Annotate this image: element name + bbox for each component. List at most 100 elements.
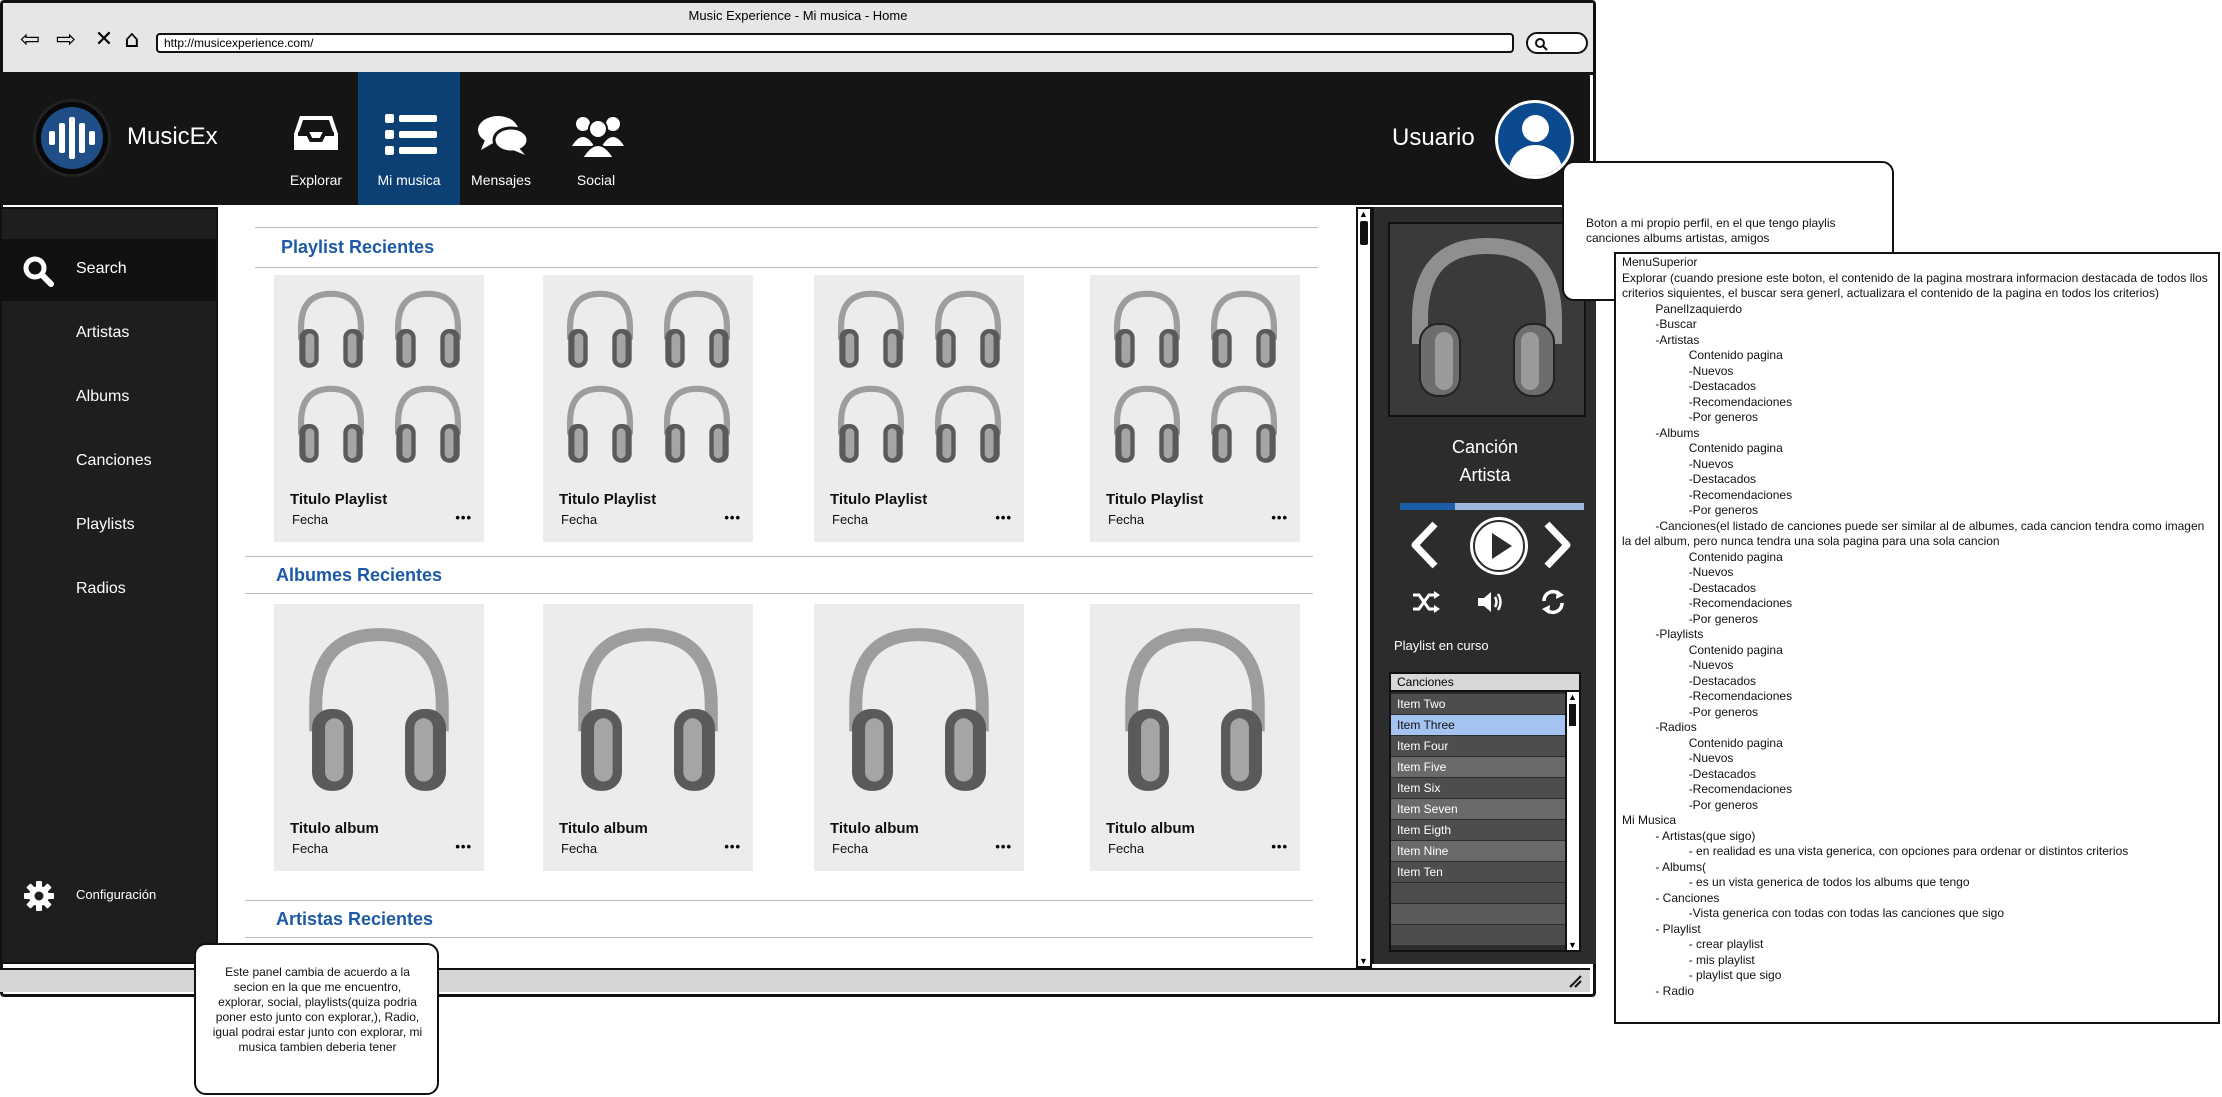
people-icon <box>572 117 624 158</box>
more-options-icon[interactable]: ••• <box>455 510 472 525</box>
headphones-icon <box>567 290 633 368</box>
playlist-card[interactable]: Titulo Playlist Fecha ••• <box>543 275 753 542</box>
logo-icon[interactable] <box>33 99 111 177</box>
sidebar-item-artistas[interactable]: Artistas <box>76 324 129 342</box>
note-line: -Nuevos <box>1622 363 1734 378</box>
headphones-icon <box>838 290 904 368</box>
progress-bar[interactable] <box>1400 503 1584 510</box>
headphones-icon <box>567 385 633 463</box>
play-button[interactable] <box>1470 517 1528 575</box>
card-title[interactable]: Titulo Playlist <box>290 491 387 508</box>
scroll-up-icon[interactable]: ▲ <box>1359 209 1368 219</box>
more-options-icon[interactable]: ••• <box>995 510 1012 525</box>
scroll-up-icon[interactable]: ▲ <box>1568 692 1577 702</box>
playlist-item[interactable]: Item Six <box>1391 778 1567 798</box>
progress-fill <box>1400 503 1456 510</box>
note-line: - es un vista generica de todos los albu… <box>1622 875 1970 889</box>
main-scrollbar[interactable]: ▲ ▼ <box>1356 207 1372 968</box>
card-title[interactable]: Titulo Playlist <box>830 491 927 508</box>
section-title: Playlist Recientes <box>281 237 435 257</box>
more-options-icon[interactable]: ••• <box>1271 839 1288 854</box>
shuffle-icon[interactable] <box>1412 591 1440 613</box>
home-icon[interactable]: ⌂ <box>117 25 147 53</box>
next-icon[interactable] <box>1541 520 1575 570</box>
resize-grip-icon[interactable] <box>1568 974 1582 988</box>
card-title[interactable]: Titulo album <box>290 820 379 837</box>
stop-icon[interactable]: ✕ <box>89 25 119 53</box>
scroll-thumb[interactable] <box>1569 704 1576 726</box>
playlist-item[interactable]: Item Eigth <box>1391 820 1567 840</box>
note-line: Contenido pagina <box>1622 549 1783 564</box>
playlist-empty-row <box>1391 925 1567 945</box>
note-line: -Por generos <box>1622 611 1759 626</box>
more-options-icon[interactable]: ••• <box>724 839 741 854</box>
back-icon[interactable]: ⇦ <box>15 25 45 53</box>
playlist-item[interactable]: Item Ten <box>1391 862 1567 882</box>
more-options-icon[interactable]: ••• <box>455 839 472 854</box>
list-header[interactable]: Canciones <box>1391 674 1579 692</box>
album-card[interactable]: Titulo album Fecha ••• <box>274 604 484 871</box>
section-title: Albumes Recientes <box>276 565 443 585</box>
sidebar-item-albums[interactable]: Albums <box>76 388 129 406</box>
headphones-icon <box>578 628 718 791</box>
note-line: PanelIzaquierdo <box>1622 301 1743 316</box>
nav-explorar[interactable]: Explorar <box>265 72 367 205</box>
forward-icon[interactable]: ⇨ <box>51 25 81 53</box>
note-line: - Radio <box>1622 983 1695 998</box>
headphones-icon <box>935 290 1001 368</box>
playlist-card[interactable]: Titulo Playlist Fecha ••• <box>814 275 1024 542</box>
playlist-card[interactable]: Titulo Playlist Fecha ••• <box>274 275 484 542</box>
note-line: -Destacados <box>1622 766 1757 781</box>
note-line: -Por generos <box>1622 410 1759 424</box>
card-title[interactable]: Titulo album <box>830 820 919 837</box>
playlist-list: Canciones Item Two Item Three Item Four Ite… <box>1389 672 1581 952</box>
card-title[interactable]: Titulo album <box>1106 820 1195 837</box>
playlist-item[interactable]: Item Two <box>1391 694 1567 714</box>
scroll-down-icon[interactable]: ▼ <box>1359 956 1368 966</box>
more-options-icon[interactable]: ••• <box>724 510 741 525</box>
chat-icon <box>478 116 529 155</box>
config-link[interactable]: Configuración <box>76 887 156 902</box>
headphones-icon <box>298 385 364 463</box>
address-bar[interactable]: http://musicexperience.com/ <box>156 33 1514 53</box>
scroll-down-icon[interactable]: ▼ <box>1568 940 1577 950</box>
nav-mensajes[interactable]: Mensajes <box>450 72 552 205</box>
playlist-scrollbar[interactable]: ▲ ▼ <box>1565 692 1579 950</box>
more-options-icon[interactable]: ••• <box>995 839 1012 854</box>
playlist-card[interactable]: Titulo Playlist Fecha ••• <box>1090 275 1300 542</box>
card-title[interactable]: Titulo Playlist <box>559 491 656 508</box>
note-line: -Nuevos <box>1622 658 1734 672</box>
sidebar-item-canciones[interactable]: Canciones <box>76 452 152 470</box>
nav-mi-musica[interactable]: Mi musica <box>358 72 460 205</box>
note-line: - Playlist <box>1622 921 1701 936</box>
playlist-item[interactable]: Item Five <box>1391 757 1567 777</box>
card-title[interactable]: Titulo album <box>559 820 648 837</box>
browser-search-field[interactable] <box>1526 32 1588 54</box>
album-card[interactable]: Titulo album Fecha ••• <box>1090 604 1300 871</box>
album-card[interactable]: Titulo album Fecha ••• <box>814 604 1024 871</box>
previous-icon[interactable] <box>1407 520 1441 570</box>
more-options-icon[interactable]: ••• <box>1271 510 1288 525</box>
repeat-icon[interactable] <box>1540 589 1566 615</box>
sidebar-item-search[interactable]: Search <box>76 260 127 278</box>
playlist-item[interactable]: Item Seven <box>1391 799 1567 819</box>
playlist-item[interactable]: Item Three <box>1391 715 1567 735</box>
gear-icon[interactable] <box>24 881 54 911</box>
scroll-thumb[interactable] <box>1360 221 1368 245</box>
note-line: - mis playlist <box>1622 952 1755 967</box>
user-label[interactable]: Usuario <box>1392 124 1475 152</box>
card-title[interactable]: Titulo Playlist <box>1106 491 1203 508</box>
playlist-item[interactable]: Item Four <box>1391 736 1567 756</box>
playlist-item[interactable]: Item Nine <box>1391 841 1567 861</box>
nav-social[interactable]: Social <box>545 72 647 205</box>
sidebar-item-radios[interactable]: Radios <box>76 580 126 598</box>
note-line: MenuSuperior <box>1622 255 1698 269</box>
note-line: -Recomendaciones <box>1622 689 1793 703</box>
headphones-icon <box>1114 290 1180 368</box>
volume-icon[interactable] <box>1476 590 1504 614</box>
card-date: Fecha <box>832 841 869 856</box>
headphones-icon <box>664 385 730 463</box>
card-date: Fecha <box>561 841 598 856</box>
sidebar-item-playlists[interactable]: Playlists <box>76 516 135 534</box>
album-card[interactable]: Titulo album Fecha ••• <box>543 604 753 871</box>
